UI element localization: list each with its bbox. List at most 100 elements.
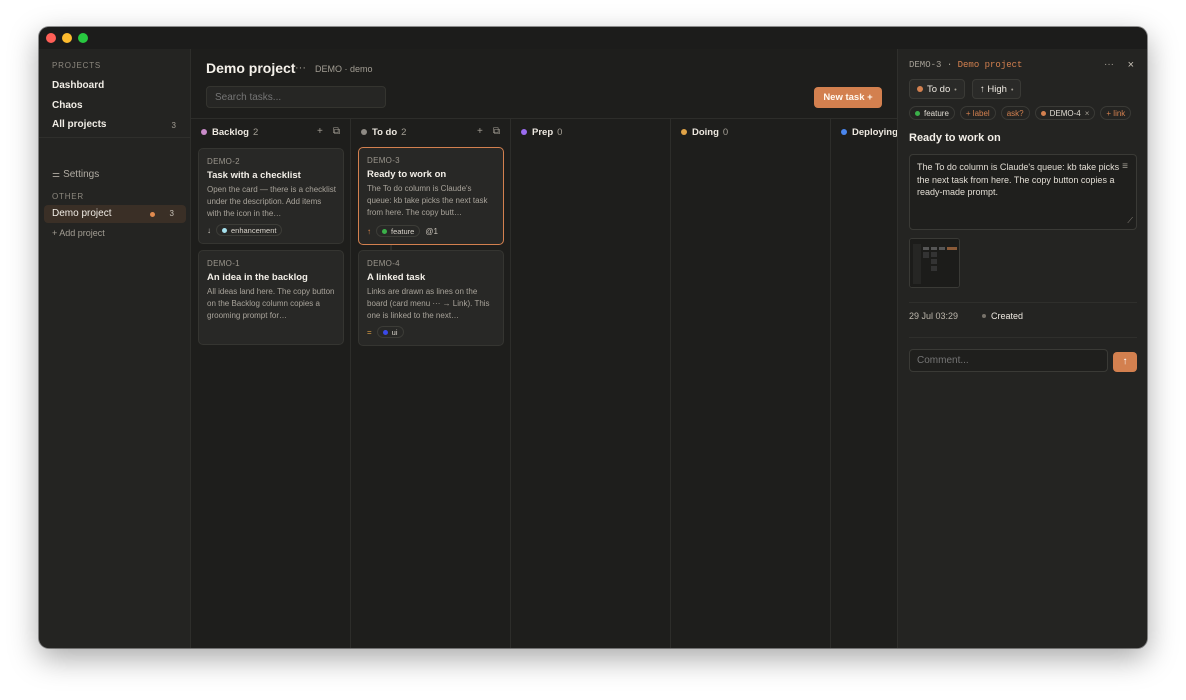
column-deploying: Deploying [831,119,897,648]
add-task-icon[interactable]: + [317,126,323,137]
task-title: An idea in the backlog [207,272,308,283]
column-actions: + ⧉ [467,126,500,137]
link-count-value: 1 [433,226,438,236]
label-dot [382,228,387,234]
task-card-demo-1[interactable]: DEMO-1 An idea in the backlog All ideas … [198,250,344,345]
ask-button[interactable]: ask? [1000,106,1030,120]
search-input[interactable] [206,86,386,108]
add-link-button[interactable]: + link [1100,106,1132,120]
activity-entry: Created [982,311,1023,321]
task-title: Ready to work on [367,169,447,180]
close-window-button[interactable] [46,33,56,43]
new-task-button[interactable]: New task + [814,87,882,108]
sidebar: PROJECTS Dashboard Chaos All projects 3 … [39,49,191,648]
attachment-thumbnail[interactable] [909,238,960,288]
menu-icon[interactable]: ≡ [1122,161,1128,174]
send-comment-button[interactable]: ↑ [1113,352,1137,372]
column-color-dot [521,129,527,135]
status-value: To do [927,84,951,95]
task-id: DEMO-4 [367,259,400,268]
add-project-button[interactable]: + Add project [52,228,105,238]
column-title: Doing [692,127,719,138]
project-task-count: 3 [169,209,174,218]
task-card-demo-3[interactable]: DEMO-3 Ready to work on The To do column… [358,147,504,245]
label-pill: feature [376,225,421,237]
task-title: A linked task [367,272,426,283]
screenshot-thumbnail-image [910,239,959,287]
settings-label: Settings [63,169,100,180]
column-title: Deploying [852,127,897,138]
description-text: The To do column is Claude's queue: kb t… [917,162,1120,197]
label-name: enhancement [231,225,277,235]
column-header: Doing 0 [681,127,728,138]
project-name: Demo project [52,208,112,219]
sidebar-item-all-projects[interactable]: All projects [52,119,106,130]
add-task-icon[interactable]: + [477,126,483,137]
other-section-label: OTHER [52,192,84,201]
copy-prompt-icon[interactable]: ⧉ [333,126,340,137]
sidebar-item-dashboard[interactable]: Dashboard [52,80,104,91]
maximize-window-button[interactable] [78,33,88,43]
label-pill: ui [376,326,404,338]
column-count: 0 [557,127,563,138]
column-title: To do [372,127,398,138]
sidebar-divider [39,137,191,138]
column-color-dot [201,129,207,135]
comment-input[interactable] [909,349,1108,372]
column-header: Prep 0 [521,127,562,138]
task-card-demo-4[interactable]: DEMO-4 A linked task Links are drawn as … [358,250,504,346]
resize-handle-icon[interactable]: ⟋ [1127,215,1133,228]
task-description: The To do column is Claude's queue: kb t… [367,184,488,217]
column-count: 2 [401,127,407,138]
column-title: Prep [532,127,554,138]
task-card-demo-2[interactable]: DEMO-2 Task with a checklist Open the ca… [198,148,344,244]
link-dot [1040,110,1046,116]
column-color-dot [681,129,687,135]
task-footer: ↑ feature @1 [367,225,438,237]
task-description: Links are drawn as lines on the board (c… [367,287,490,320]
project-key: DEMO · demo [315,64,373,74]
title-bar [39,27,1147,49]
task-footer: ↓ enhancement [207,224,283,236]
panel-project-link[interactable]: Demo project [958,60,1023,70]
priority-dropdown[interactable]: ↑ High • [972,79,1022,99]
column-doing: Doing 0 [671,119,831,648]
task-id: DEMO-2 [207,157,240,166]
sliders-icon: ⚌ [52,169,61,179]
chevron-down-icon: • [954,87,957,94]
status-dot [917,86,923,92]
description-editor[interactable]: The To do column is Claude's queue: kb t… [909,154,1137,230]
page-title: Demo project [206,60,296,76]
projects-section-label: PROJECTS [52,61,102,70]
project-menu-button[interactable]: ··· [295,62,306,74]
label-name: feature [391,226,415,236]
sidebar-item-demo-project[interactable]: Demo project 3 [44,205,186,223]
app-window: PROJECTS Dashboard Chaos All projects 3 … [39,27,1147,648]
label-tag-feature[interactable]: feature [909,106,955,120]
sidebar-item-settings[interactable]: ⚌ Settings [52,169,99,180]
close-icon[interactable]: × [1128,59,1134,71]
copy-prompt-icon[interactable]: ⧉ [493,126,500,137]
column-header: Deploying [841,127,897,138]
task-id: DEMO-3 [367,156,400,165]
activity-dot [982,314,986,318]
panel-task-id: DEMO-3 [909,60,942,70]
task-description: All ideas land here. The copy button on … [207,287,335,320]
arrow-up-icon: ↑ [1122,356,1128,367]
label-name: feature [924,108,949,118]
label-name: ui [391,327,398,337]
linked-task-tag[interactable]: DEMO-4 × [1034,106,1096,120]
column-prep: Prep 0 [511,119,671,648]
link-count: @1 [425,227,438,236]
status-dropdown[interactable]: To do • [909,79,965,99]
minimize-window-button[interactable] [62,33,72,43]
more-icon[interactable]: ··· [1104,59,1114,70]
remove-link-icon[interactable]: × [1085,107,1090,120]
priority-high-icon: ↑ [367,226,371,236]
chevron-down-icon: • [1010,87,1014,94]
add-label-button[interactable]: + label [959,106,996,120]
column-count: 2 [252,127,259,138]
panel-task-title[interactable]: Ready to work on [909,132,1001,144]
linked-task-id: DEMO-4 [1049,108,1081,118]
sidebar-item-chaos[interactable]: Chaos [52,100,83,111]
